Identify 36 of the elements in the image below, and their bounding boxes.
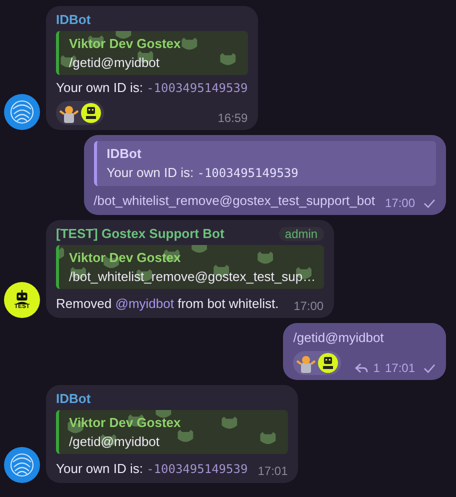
quote-author: Viktor Dev Gostex <box>69 249 182 267</box>
reply-quote[interactable]: Viktor Dev Gostex /bot_whitelist_remove@gostex_test_sup… <box>56 245 324 289</box>
message-text: Your own ID is: -1003495149539 <box>56 460 248 478</box>
reply-quote[interactable]: Viktor Dev Gostex /getid@myidbot <box>56 31 248 75</box>
message-time: 16:59 <box>218 111 248 125</box>
quote-text: /getid@myidbot <box>69 433 161 451</box>
reply-count: 1 <box>373 361 380 375</box>
sender-name[interactable]: IDBot <box>56 391 91 406</box>
message-text: Removed @myidbot from bot whitelist. <box>56 295 279 313</box>
quote-text: /getid@myidbot <box>69 54 161 72</box>
robot-emoji-icon <box>81 103 101 123</box>
quote-author: Viktor Dev Gostex <box>69 35 182 53</box>
reply-quote[interactable]: IDBot Your own ID is: -1003495149539 <box>94 141 436 186</box>
message-text: Your own ID is: -1003495149539 <box>56 79 248 97</box>
message-time: 17:00 <box>294 299 324 313</box>
shrug-emoji-icon <box>296 353 316 373</box>
quote-text: /bot_whitelist_remove@gostex_test_sup… <box>69 268 316 286</box>
sender-name[interactable]: IDBot <box>56 12 91 27</box>
reply-icon[interactable] <box>355 362 368 374</box>
quote-author: IDBot <box>106 145 142 163</box>
message-text: /getid@myidbot <box>293 329 384 347</box>
fingerprint-avatar[interactable] <box>4 447 40 483</box>
fingerprint-avatar[interactable] <box>4 94 40 130</box>
reply-quote[interactable]: Viktor Dev Gostex /getid@myidbot <box>56 410 288 454</box>
message-time: 17:01 <box>258 464 288 478</box>
admin-tag: admin <box>278 226 324 240</box>
message-time: 17:01 <box>384 361 415 375</box>
quote-author: Viktor Dev Gostex <box>69 414 182 432</box>
shrug-emoji-icon <box>59 103 79 123</box>
robot-emoji-icon <box>318 353 338 373</box>
reaction-pill[interactable] <box>56 101 104 125</box>
quote-text: Your own ID is: -1003495149539 <box>106 164 300 182</box>
reaction-pill[interactable] <box>293 351 342 375</box>
sender-name[interactable]: [TEST] Gostex Support Bot <box>56 226 224 241</box>
message-text: /bot_whitelist_remove@gostex_test_support_bot <box>94 192 375 210</box>
message-time: 17:00 <box>384 196 415 210</box>
